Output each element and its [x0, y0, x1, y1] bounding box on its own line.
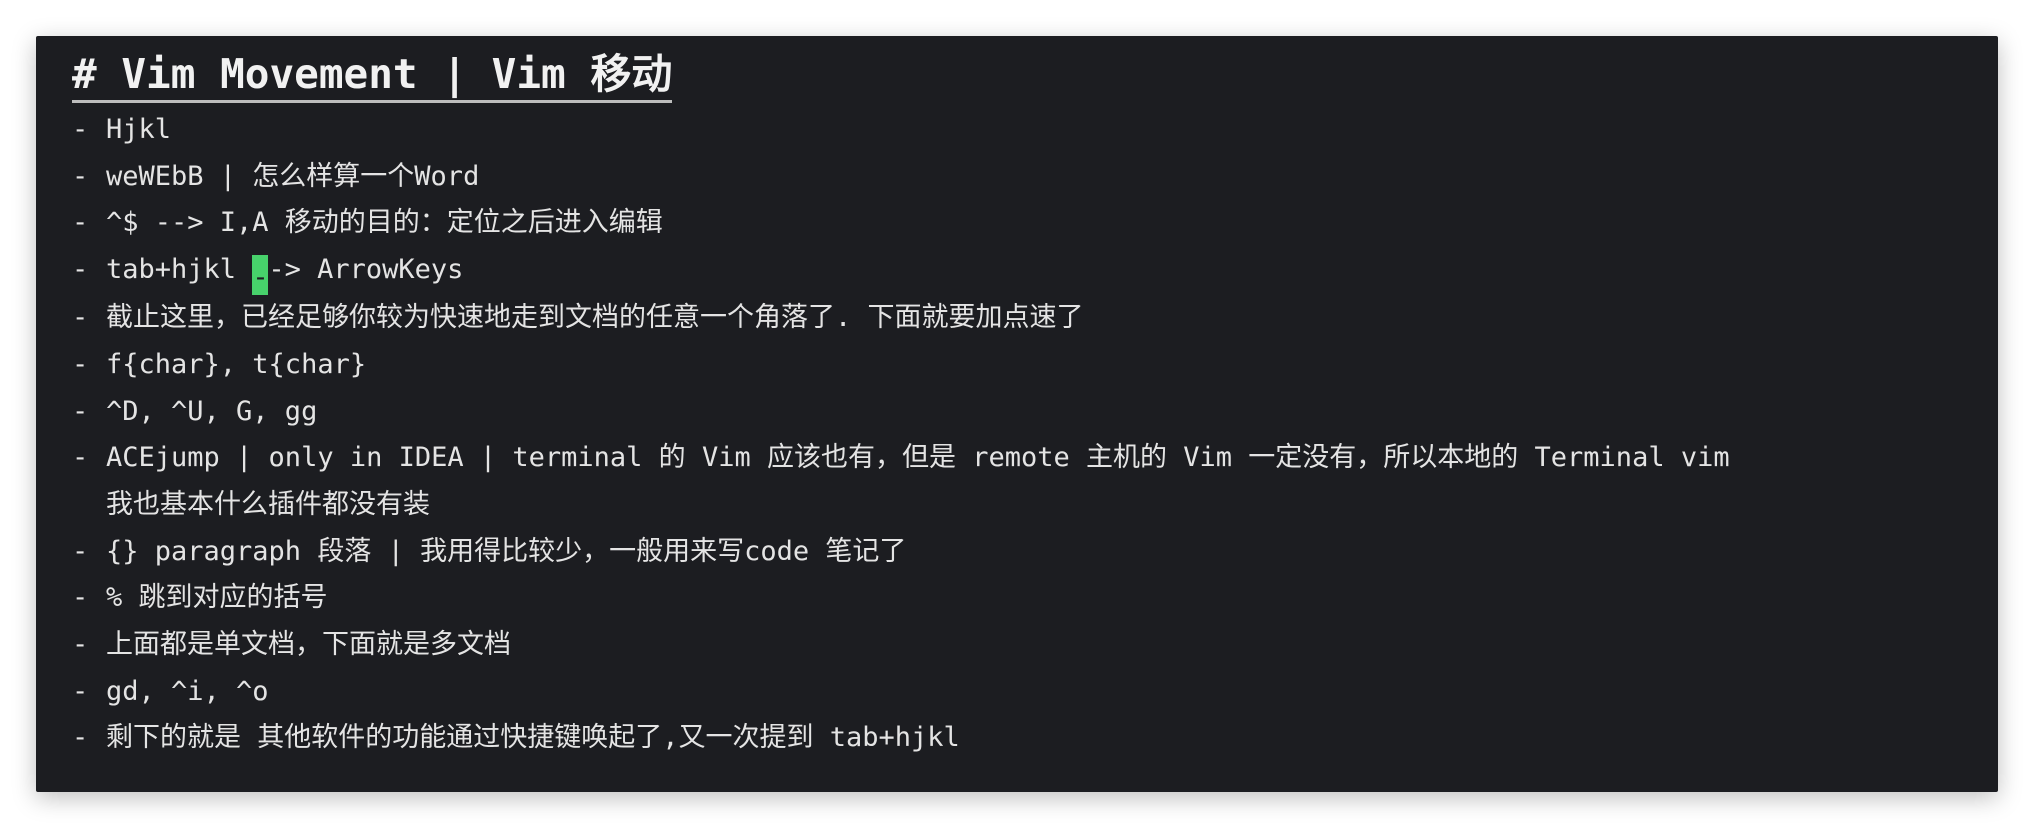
note-heading: # Vim Movement | Vim 移动 [72, 50, 673, 103]
list-item: - 截止这里，已经足够你较为快速地走到文档的任意一个角落了. 下面就要加点速了 [72, 295, 1962, 342]
list-item: - ^D, ^U, G, gg [72, 389, 1962, 436]
list-item: - 上面都是单文档，下面就是多文档 [72, 622, 1962, 669]
list-item-text: 我也基本什么插件都没有装 [106, 488, 430, 520]
terminal-window: # Vim Movement | Vim 移动 - Hjkl - weWEbB | … [36, 36, 1998, 792]
list-item-text: Hjkl [106, 114, 172, 145]
bullet-marker: - [72, 722, 89, 754]
list-item: -% 跳到对应的括号 [72, 575, 1962, 622]
list-item: - f{char}, t{char} [72, 342, 1962, 389]
list-item-continuation: 我也基本什么插件都没有装 [72, 482, 1962, 529]
list-item-text: 上面都是单文档，下面就是多文档 [106, 629, 511, 661]
bullet-marker: - [72, 582, 89, 614]
list-item: - ACEjump | only in IDEA | terminal 的 Vim… [72, 435, 1962, 482]
list-item-text: % 跳到对应的括号 [106, 582, 328, 614]
bullet-marker: - [72, 207, 89, 239]
list-item-text: -> ArrowKeys [268, 254, 464, 286]
bullet-marker: - [72, 535, 89, 567]
list-item: - 剩下的就是 其他软件的功能通过快捷键唤起了,又一次提到 tab+hjkl [72, 715, 1962, 762]
bullet-marker: - [72, 160, 89, 192]
list-item-text: {} paragraph 段落 | 我用得比较少，一般用来写code 笔记了 [106, 535, 907, 567]
bullet-marker: - [72, 675, 89, 707]
bullet-marker: - [72, 114, 89, 145]
list-item-text: 剩下的就是 其他软件的功能通过快捷键唤起了,又一次提到 tab+hjkl [106, 722, 960, 754]
bullet-marker: - [72, 254, 89, 286]
list-item-text: gd, ^i, ^o [106, 675, 269, 707]
list-item-text: f{char}, t{char} [106, 348, 367, 380]
list-item-text: tab+hjkl [106, 254, 253, 286]
bullet-marker: - [72, 348, 89, 380]
list-item-text: ^D, ^U, G, gg [106, 395, 318, 427]
bullet-list: - Hjkl - weWEbB | 怎么样算一个Word - ^$ --> I,A 移… [72, 107, 1962, 762]
bullet-marker: - [72, 395, 89, 427]
list-item-text: ^$ --> I,A 移动的目的：定位之后进入编辑 [106, 207, 663, 239]
list-item: - Hjkl [72, 107, 1962, 154]
list-item: - gd, ^i, ^o [72, 669, 1962, 716]
text-cursor[interactable]: - [252, 255, 269, 296]
bullet-marker: - [72, 442, 89, 474]
list-item-text: 截止这里，已经足够你较为快速地走到文档的任意一个角落了. 下面就要加点速了 [106, 302, 1084, 334]
bullet-marker: - [72, 302, 89, 334]
list-item: - weWEbB | 怎么样算一个Word [72, 154, 1962, 201]
list-item-with-cursor: - tab+hjkl --> ArrowKeys [72, 247, 1962, 296]
list-item-text: ACEjump | only in IDEA | terminal 的 Vim … [106, 442, 1730, 474]
list-item: - ^$ --> I,A 移动的目的：定位之后进入编辑 [72, 200, 1962, 247]
bullet-marker: - [72, 629, 89, 661]
list-item: -{} paragraph 段落 | 我用得比较少，一般用来写code 笔记了 [72, 529, 1962, 576]
list-item-text: weWEbB | 怎么样算一个Word [106, 160, 480, 192]
markdown-editor[interactable]: # Vim Movement | Vim 移动 - Hjkl - weWEbB | … [72, 50, 1962, 778]
